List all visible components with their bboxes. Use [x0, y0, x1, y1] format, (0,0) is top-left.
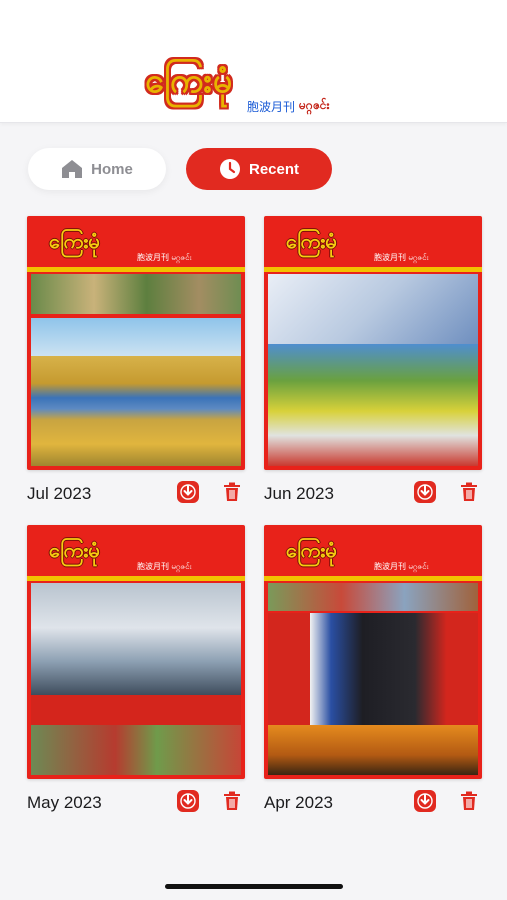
logo-burmese: မဂ္ဂဇင်း [299, 98, 330, 112]
magazine-card[interactable]: ကြေးမုံ 胞波月刊 မဂ္ဂဇင်း Apr 2023 [264, 525, 482, 815]
delete-button[interactable] [458, 481, 480, 503]
logo-title: ကြေးမုံ [145, 61, 234, 101]
cover-subtitle: 胞波月刊 မဂ္ဂဇင်း [137, 253, 192, 262]
magazine-card[interactable]: ကြေးမုံ 胞波月刊 မဂ္ဂဇင်း May 2023 [27, 525, 245, 815]
delete-button[interactable] [221, 481, 243, 503]
cover-photo-conference [268, 274, 478, 344]
cover-sky [31, 318, 241, 358]
app-header: ကြေးမုံ 胞波月刊 မဂ္ဂဇင်း [0, 0, 507, 123]
delete-button[interactable] [221, 790, 243, 812]
home-indicator[interactable] [165, 884, 343, 889]
cover-strip [27, 576, 245, 581]
cover-photo-strip [31, 274, 241, 314]
trash-icon [224, 791, 240, 810]
download-icon [180, 484, 196, 500]
cover-photo-team [268, 344, 478, 466]
cover-subtitle: 胞波月刊 မဂ္ဂဇင်း [374, 562, 429, 571]
magazine-cover[interactable]: ကြေးမုံ 胞波月刊 မဂ္ဂဇင်း [27, 525, 245, 779]
magazine-date: Jun 2023 [264, 484, 334, 503]
trash-icon [461, 791, 477, 810]
cover-title: ကြေးမုံ [286, 538, 337, 562]
download-button[interactable] [414, 481, 436, 503]
download-icon [180, 793, 196, 809]
cover-title: ကြေးမုံ [49, 229, 100, 253]
trash-icon [224, 482, 240, 501]
tab-recent[interactable]: Recent [186, 148, 332, 190]
tab-home[interactable]: Home [28, 148, 166, 190]
download-button[interactable] [177, 790, 199, 812]
cover-title: ကြေးမုံ [49, 538, 100, 562]
cover-photo-sunset [268, 725, 478, 775]
magazine-date: Jul 2023 [27, 484, 92, 503]
cover-photo-strip [268, 583, 478, 611]
trash-icon [461, 482, 477, 501]
download-button[interactable] [414, 790, 436, 812]
magazine-date: May 2023 [27, 793, 102, 812]
download-icon [417, 793, 433, 809]
cover-strip [264, 267, 482, 272]
cover-subtitle: 胞波月刊 မဂ္ဂဇင်း [137, 562, 192, 571]
cover-landscape [31, 356, 241, 466]
cover-photo-festival [31, 725, 241, 775]
clock-icon [219, 158, 241, 180]
magazine-cover[interactable]: ကြေးမုံ 胞波月刊 မဂ္ဂဇင်း [264, 525, 482, 779]
magazine-date: Apr 2023 [264, 793, 333, 812]
tab-home-label: Home [91, 160, 133, 178]
magazine-card[interactable]: ကြေးမုံ 胞波月刊 မဂ္ဂဇင်း Jun 2023 [264, 216, 482, 506]
logo-chinese: 胞波月刊 [245, 98, 298, 115]
home-icon [61, 159, 83, 179]
cover-subtitle: 胞波月刊 မဂ္ဂဇင်း [374, 253, 429, 262]
cover-headline-band [31, 695, 241, 725]
download-icon [417, 484, 433, 500]
cover-strip [264, 576, 482, 581]
magazine-cover[interactable]: ကြေးမုံ 胞波月刊 မဂ္ဂဇင်း [264, 216, 482, 470]
delete-button[interactable] [458, 790, 480, 812]
cover-photo-leaders [268, 613, 478, 725]
cover-photo-rockets [31, 583, 241, 695]
cover-strip [27, 267, 245, 272]
tab-recent-label: Recent [248, 160, 300, 178]
magazine-card[interactable]: ကြေးမုံ 胞波月刊 မဂ္ဂဇင်း Jul 2023 [27, 216, 245, 506]
magazine-cover[interactable]: ကြေးမုံ 胞波月刊 မဂ္ဂဇင်း [27, 216, 245, 470]
download-button[interactable] [177, 481, 199, 503]
app-logo: ကြေးမုံ 胞波月刊 မဂ္ဂဇင်း [145, 58, 361, 116]
cover-title: ကြေးမုံ [286, 229, 337, 253]
